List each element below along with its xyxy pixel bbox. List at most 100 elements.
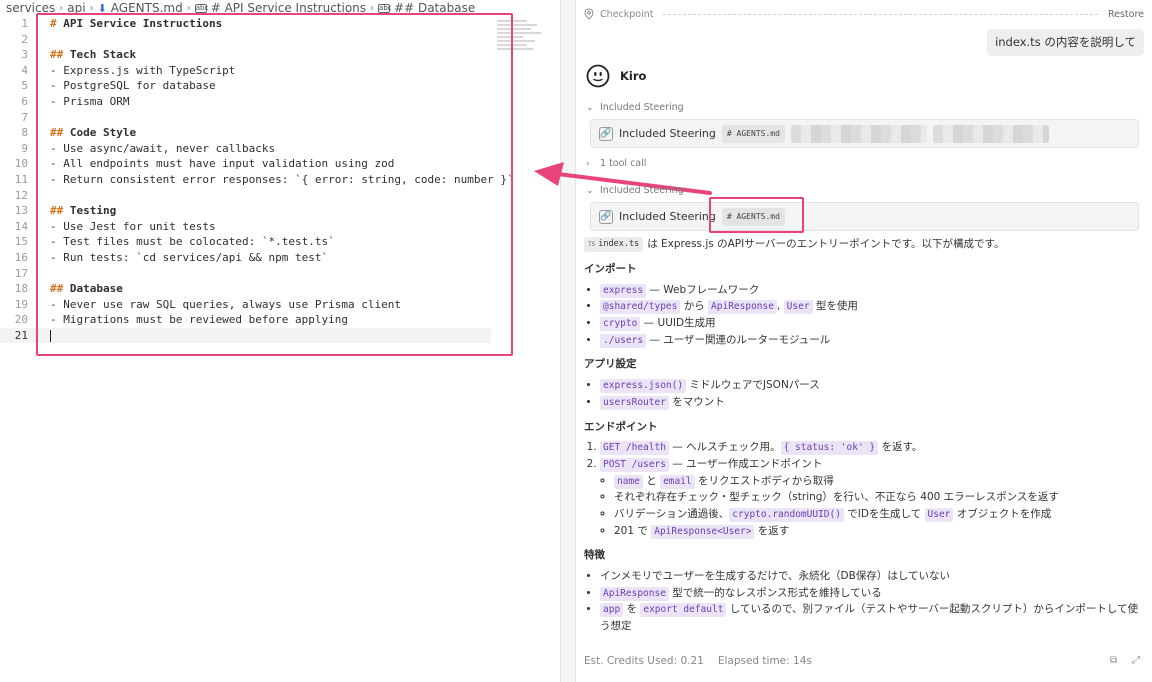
agent-name: Kiro: [620, 69, 647, 83]
code-line[interactable]: 18 ## Database: [0, 281, 500, 297]
section-title-imports: インポート: [584, 263, 637, 275]
line-content: - PostgreSQL for database: [50, 79, 216, 93]
steering-toggle-2[interactable]: ⌄ Included Steering: [586, 185, 684, 196]
line-content: Testing: [63, 204, 117, 218]
line-text: - Test files must be colocated: `*.test.…: [50, 234, 335, 250]
code-line[interactable]: 11 - Return consistent error responses: `…: [0, 172, 514, 188]
code-line[interactable]: 13 ## Testing: [0, 203, 500, 219]
checkpoint-bar: Checkpoint Restore: [584, 6, 1144, 22]
steering-box-2: 🔗 Included Steering # AGENTS.md: [590, 202, 1139, 231]
code-line[interactable]: 19 - Never use raw SQL queries, always us…: [0, 297, 500, 313]
list-item-text: を返す: [754, 524, 790, 537]
expand-icon[interactable]: ⤢: [1132, 655, 1144, 667]
list-item: @shared/types から ApiResponse, User 型を使用: [600, 298, 1144, 315]
code-line[interactable]: 14 - Use Jest for unit tests: [0, 219, 500, 235]
copy-icon[interactable]: ⧉: [1110, 655, 1122, 667]
code-line[interactable]: 20 - Migrations must be reviewed before a…: [0, 312, 500, 328]
section-title-app: アプリ設定: [584, 358, 637, 371]
code-line[interactable]: 15 - Test files must be colocated: `*.tes…: [0, 234, 500, 250]
line-text: - Run tests: `cd services/api && npm tes…: [50, 250, 328, 266]
steering-toggle-label: Included Steering: [600, 185, 684, 196]
agents-md-chip[interactable]: # AGENTS.md: [721, 124, 785, 143]
section-title-endpoints: エンドポイント: [584, 420, 658, 433]
list-item-text: をマウント: [668, 395, 725, 408]
line-text: ## Code Style: [50, 125, 136, 141]
breadcrumb-item-subsection[interactable]: ## Database: [394, 1, 475, 15]
code-line[interactable]: 4 - Express.js with TypeScript: [0, 63, 500, 79]
list-item: name と email をリクエストボディから取得: [614, 473, 1144, 490]
tool-call-toggle-label: 1 tool call: [600, 158, 647, 169]
code-line[interactable]: 3 ## Tech Stack: [0, 47, 500, 63]
code-line[interactable]: 6 - Prisma ORM: [0, 94, 500, 110]
line-number: 19: [14, 297, 28, 311]
pane-divider[interactable]: [560, 0, 576, 682]
editor-pane[interactable]: services › api › ⬇ AGENTS.md › abc # API…: [0, 0, 560, 682]
line-number: 2: [21, 32, 28, 46]
code-line[interactable]: 8 ## Code Style: [0, 125, 500, 141]
redacted-chip: [790, 124, 927, 143]
app-list: express.json() ミドルウェアでJSONパース usersRoute…: [584, 377, 1144, 410]
code-line[interactable]: 7: [0, 110, 500, 126]
list-item: express — Webフレームワーク: [600, 282, 1144, 299]
line-text: ## Testing: [50, 203, 116, 219]
breadcrumb-item-api[interactable]: api: [67, 1, 85, 15]
list-item-text: を: [623, 603, 641, 616]
line-text: - Use async/await, never callbacks: [50, 141, 275, 157]
markdown-file-icon: ⬇: [97, 1, 107, 15]
steering-box-1: 🔗 Included Steering # AGENTS.md: [590, 119, 1139, 148]
list-item-text: — ユーザー作成エンドポイント: [668, 457, 823, 470]
heading-marker: ##: [50, 48, 64, 62]
inline-code: ./users: [600, 333, 647, 348]
line-text: # API Service Instructions: [50, 16, 222, 32]
list-item: バリデーション通過後、crypto.randomUUID() でIDを生成して …: [614, 506, 1144, 523]
chat-panel: Checkpoint Restore index.ts の内容を説明して Kir…: [576, 0, 1152, 682]
breadcrumb-item-services[interactable]: services: [6, 1, 55, 15]
code-line[interactable]: 16 - Run tests: `cd services/api && npm t…: [0, 250, 500, 266]
tool-call-toggle[interactable]: › 1 tool call: [586, 158, 646, 169]
code-line[interactable]: 17: [0, 266, 500, 282]
inline-code: @shared/types: [600, 300, 681, 315]
list-item: インメモリでユーザーを生成するだけで、永続化（DB保存）はしていない: [600, 568, 1144, 585]
list-item-text: — UUID生成用: [640, 317, 716, 330]
code-line[interactable]: 1 # API Service Instructions: [0, 16, 500, 32]
code-line[interactable]: 2: [0, 32, 500, 48]
inline-code: name: [614, 474, 643, 489]
line-number: 20: [14, 313, 28, 327]
checkpoint-label: Checkpoint: [600, 8, 654, 20]
line-number: 17: [14, 266, 28, 280]
file-chip[interactable]: TS index.ts: [584, 237, 644, 252]
minimap[interactable]: [497, 18, 547, 68]
line-content: - Express.js with TypeScript: [50, 63, 236, 77]
agents-md-chip[interactable]: # AGENTS.md: [721, 207, 785, 226]
steering-toggle-1[interactable]: ⌄ Included Steering: [586, 102, 684, 113]
restore-button[interactable]: Restore: [1108, 9, 1144, 20]
heading-marker: ##: [50, 282, 64, 296]
list-item-text: を返す。: [878, 441, 923, 454]
line-number: 14: [14, 219, 28, 233]
line-content: - Test files must be colocated: `*.test.…: [50, 235, 335, 249]
line-content: - Never use raw SQL queries, always use …: [50, 297, 401, 311]
line-number: 11: [14, 172, 28, 186]
response-intro: TS index.ts は Express.js のAPIサーバーのエントリーポイ…: [584, 236, 1144, 253]
steering-label: Included Steering: [619, 127, 716, 140]
list-item-text: でIDを生成して: [843, 507, 925, 520]
code-line[interactable]: 5 - PostgreSQL for database: [0, 78, 500, 94]
breadcrumb-item-section[interactable]: # API Service Instructions: [211, 1, 366, 15]
code-line[interactable]: 10 - All endpoints must have input valida…: [0, 156, 500, 172]
breadcrumb-item-file[interactable]: AGENTS.md: [111, 1, 183, 15]
agents-md-chip-label: AGENTS.md: [736, 128, 780, 138]
user-message: index.ts の内容を説明して: [987, 29, 1144, 56]
list-item-text: 型を使用: [812, 300, 858, 313]
symbol-string-icon: abc: [378, 3, 392, 13]
code-editor[interactable]: 1 # API Service Instructions 2 3 ## Tech Sta…: [0, 16, 514, 344]
chevron-down-icon: ⌄: [586, 185, 594, 196]
hash-icon: #: [726, 211, 732, 221]
line-number: 1: [21, 17, 28, 30]
code-line[interactable]: 21: [0, 327, 491, 344]
code-line[interactable]: 9 - Use async/await, never callbacks: [0, 141, 500, 157]
code-line[interactable]: 12: [0, 188, 500, 204]
list-item-text: バリデーション通過後、: [614, 507, 730, 520]
list-item: ApiResponse 型で統一的なレスポンス形式を維持している: [600, 585, 1144, 602]
line-number: 15: [14, 235, 28, 249]
list-item: 201 で ApiResponse<User> を返す: [614, 523, 1144, 540]
